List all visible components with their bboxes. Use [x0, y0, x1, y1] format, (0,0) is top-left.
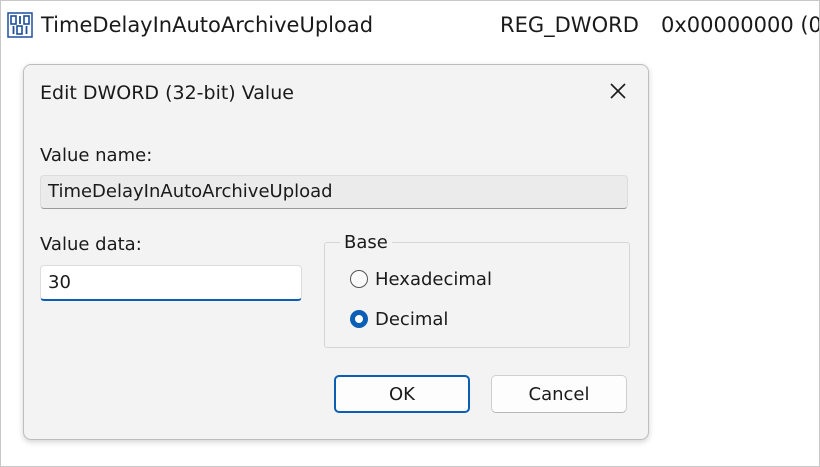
base-groupbox [324, 242, 630, 348]
radio-selected-icon [350, 310, 368, 328]
value-name-field: TimeDelayInAutoArchiveUpload [40, 175, 628, 209]
radio-unselected-icon [350, 270, 368, 288]
registry-editor-window: TimeDelayInAutoArchiveUpload REG_DWORD 0… [0, 0, 820, 467]
registry-value-row[interactable]: TimeDelayInAutoArchiveUpload REG_DWORD 0… [1, 9, 819, 45]
edit-dword-dialog: Edit DWORD (32-bit) Value Value name: Ti… [23, 64, 649, 440]
registry-value-data: 0x00000000 (0) [661, 13, 820, 37]
radio-hexadecimal-label: Hexadecimal [375, 268, 492, 290]
radio-decimal[interactable]: Decimal [350, 306, 448, 332]
value-data-label: Value data: [40, 234, 142, 255]
value-data-input[interactable]: 30 [40, 265, 302, 301]
registry-value-type: REG_DWORD [500, 13, 639, 37]
dialog-title: Edit DWORD (32-bit) Value [40, 82, 294, 104]
ok-button[interactable]: OK [334, 375, 470, 413]
close-button[interactable] [598, 75, 638, 111]
reg-binary-value-icon [7, 12, 33, 38]
base-legend: Base [340, 232, 392, 253]
close-icon [609, 82, 627, 104]
cancel-button[interactable]: Cancel [491, 375, 627, 413]
radio-hexadecimal[interactable]: Hexadecimal [350, 266, 492, 292]
value-name-label: Value name: [40, 145, 153, 166]
radio-decimal-label: Decimal [375, 308, 449, 330]
registry-value-name: TimeDelayInAutoArchiveUpload [41, 13, 374, 37]
